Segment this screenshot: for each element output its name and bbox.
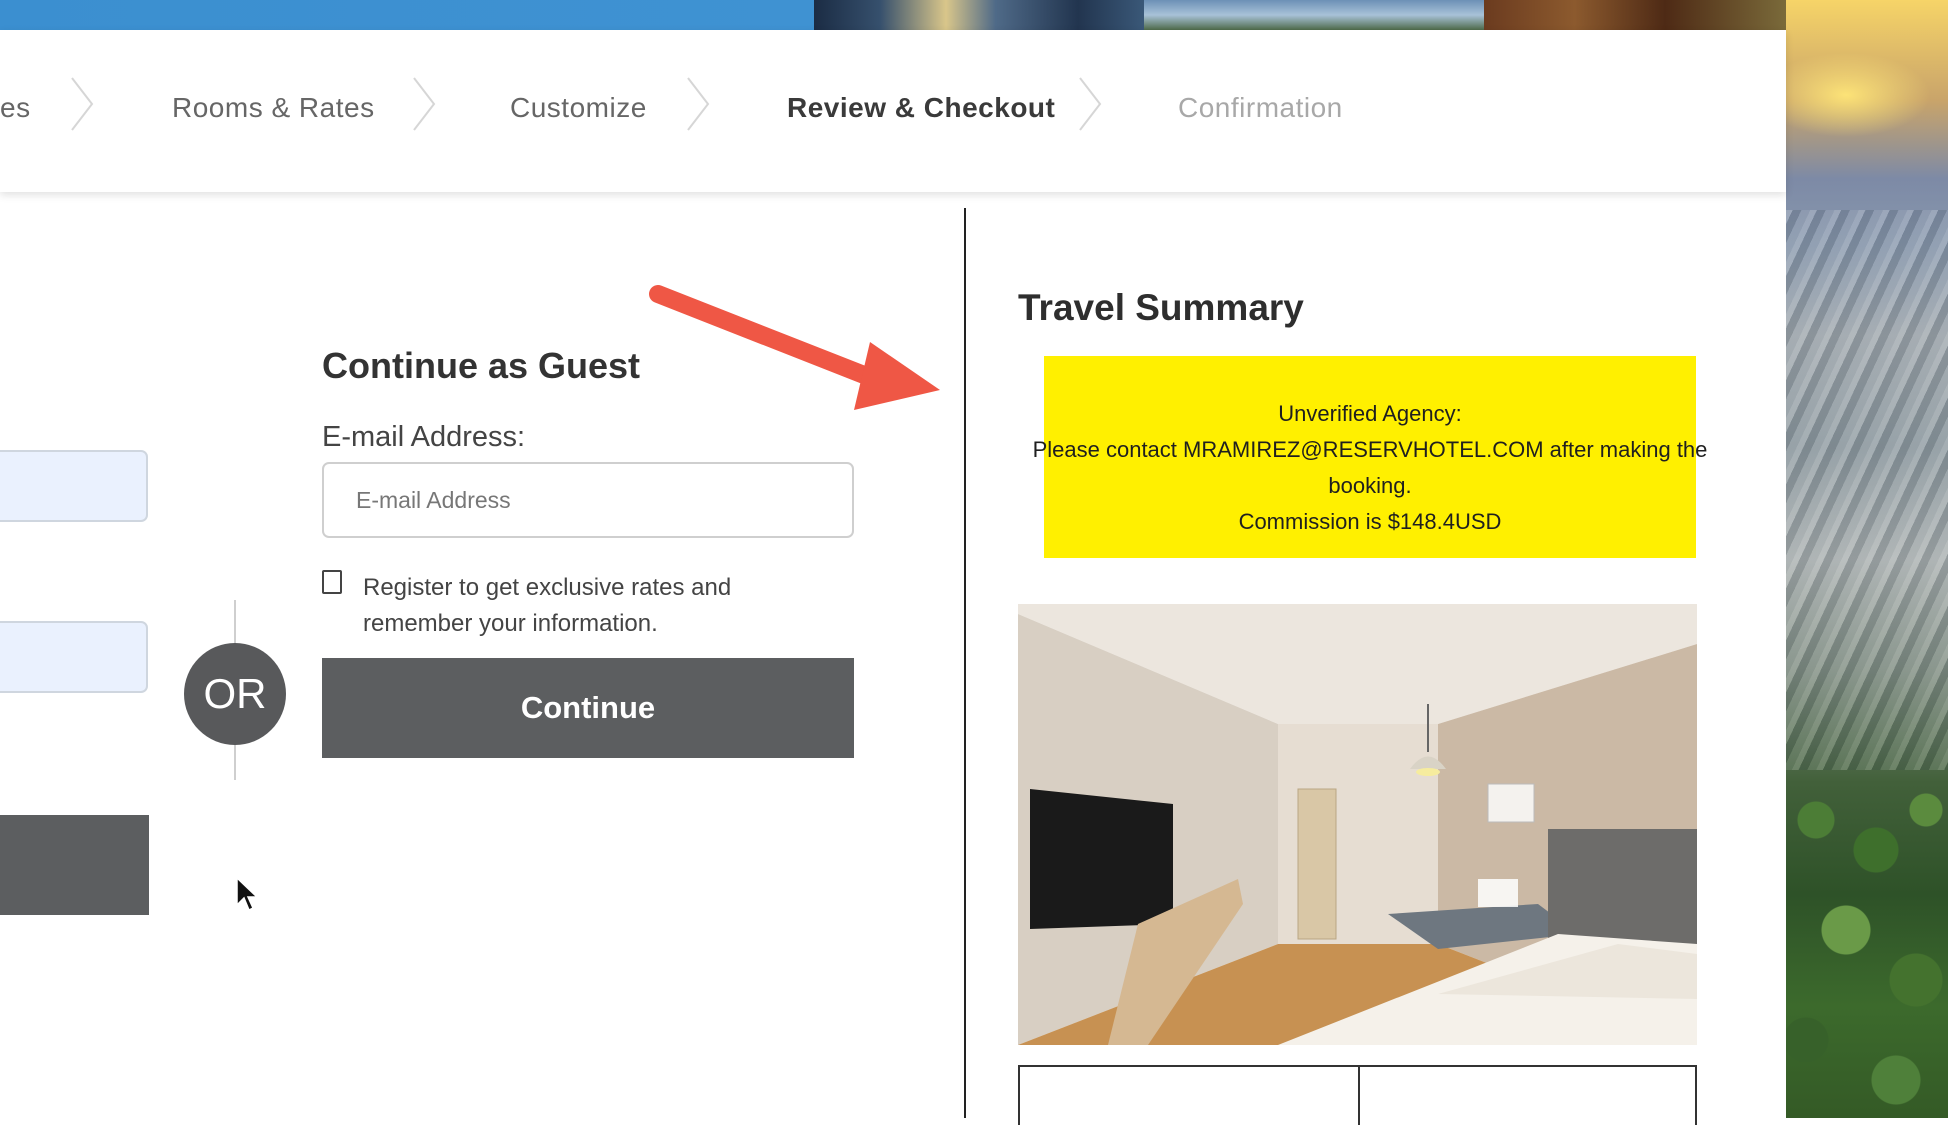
login-email-field[interactable] <box>0 450 148 522</box>
login-password-field[interactable] <box>0 621 148 693</box>
step-customize[interactable]: Customize <box>510 92 647 124</box>
notice-commission: Commission is $148.4USD <box>1238 509 1502 534</box>
section-divider <box>964 208 966 1118</box>
background-landscape <box>1786 0 1948 1118</box>
login-button[interactable] <box>0 815 149 915</box>
step-review-checkout: Review & Checkout <box>787 92 1056 123</box>
step-confirmation: Confirmation <box>1178 92 1343 123</box>
mouse-cursor-icon <box>236 877 258 912</box>
background-trees <box>1786 780 1948 1118</box>
background-mountain <box>1786 210 1948 770</box>
continue-button[interactable]: Continue <box>322 658 854 758</box>
hotel-banner <box>0 0 1786 30</box>
banner-photo-interior <box>1484 0 1786 30</box>
register-checkbox-label: Register to get exclusive rates and reme… <box>363 574 732 637</box>
unverified-agency-notice-text: Unverified Agency: Please contact MRAMIR… <box>1010 396 1730 540</box>
guest-email-input[interactable] <box>322 462 854 538</box>
step-dates[interactable]: es <box>0 92 31 124</box>
guest-section-title: Continue as Guest <box>322 345 641 386</box>
room-details-cell <box>1018 1065 1360 1125</box>
chevron-right-icon <box>1079 77 1102 131</box>
chevron-right-icon <box>413 77 436 131</box>
banner-photo-city <box>814 0 1144 30</box>
banner-photo-lake <box>1144 0 1484 30</box>
notice-heading: Unverified Agency: <box>1278 401 1462 426</box>
booking-steps-nav: es Rooms & Rates Customize Review & Chec… <box>0 30 1786 192</box>
email-label: E-mail Address: <box>322 421 526 453</box>
register-checkbox[interactable] <box>322 570 342 594</box>
room-details-cell <box>1358 1065 1697 1125</box>
arrow-annotation-icon <box>649 285 940 410</box>
chevron-right-icon <box>687 77 710 131</box>
travel-summary-title: Travel Summary <box>1018 287 1304 328</box>
or-divider-badge: OR <box>184 643 286 745</box>
room-photo <box>1018 604 1697 1045</box>
step-rooms-rates[interactable]: Rooms & Rates <box>172 92 375 124</box>
room-details-table <box>1018 1065 1697 1125</box>
chevron-right-icon <box>71 77 94 131</box>
notice-contact: Please contact MRAMIREZ@RESERVHOTEL.COM … <box>1032 437 1708 498</box>
